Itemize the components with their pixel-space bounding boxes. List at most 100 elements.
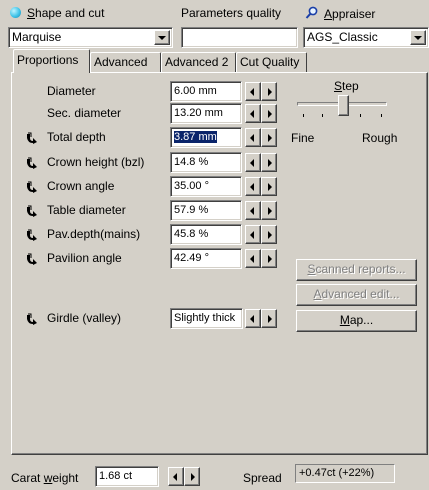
param-label: Girdle (valley)	[47, 311, 122, 325]
fine-label: Fine	[291, 131, 315, 145]
lock-toggle-icon[interactable]	[26, 205, 38, 217]
arrow-right-icon	[268, 159, 272, 167]
param-label: Crown angle	[47, 179, 115, 193]
param-value-field[interactable]: 3.87 mm	[170, 127, 242, 148]
arrow-right-icon	[268, 207, 272, 215]
arrow-left-icon	[250, 183, 254, 191]
carat-weight-stepper[interactable]	[168, 467, 200, 486]
param-value: 42.49 °	[174, 252, 209, 264]
arrow-right-icon	[268, 110, 272, 118]
lock-toggle-icon[interactable]	[26, 229, 38, 241]
scanned-reports-button[interactable]: Scanned reports...	[296, 259, 417, 281]
decrement-button[interactable]	[245, 225, 261, 244]
arrow-left-icon	[250, 207, 254, 215]
increment-button[interactable]	[261, 104, 277, 123]
decrement-button[interactable]	[245, 201, 261, 220]
param-label: Crown height (bzl)	[47, 155, 145, 169]
step-slider-thumb[interactable]	[338, 95, 349, 116]
increment-button[interactable]	[261, 177, 277, 196]
appraiser-dropdown-button[interactable]	[410, 30, 426, 45]
step-tick	[360, 114, 361, 117]
param-stepper[interactable]	[245, 225, 277, 244]
map-button[interactable]: Map...	[296, 310, 417, 332]
chevron-down-icon	[414, 36, 422, 40]
step-label: Step	[334, 79, 359, 93]
param-value-field[interactable]: 13.20 mm	[170, 103, 242, 124]
param-label: Sec. diameter	[47, 106, 122, 120]
tab-advanced[interactable]: Advanced	[90, 52, 161, 72]
lock-toggle-icon[interactable]	[26, 132, 38, 144]
arrow-left-icon	[250, 134, 254, 142]
param-value-field[interactable]: 6.00 mm	[170, 81, 242, 102]
increment-button[interactable]	[261, 153, 277, 172]
arrow-left-icon	[250, 110, 254, 118]
decrement-button[interactable]	[168, 467, 184, 486]
param-value: Slightly thick	[174, 312, 236, 324]
param-value-field[interactable]: 45.8 %	[170, 224, 242, 245]
param-value: 6.00 mm	[174, 85, 217, 97]
shape-select-value: Marquise	[12, 30, 62, 44]
decrement-button[interactable]	[245, 82, 261, 101]
param-stepper[interactable]	[245, 177, 277, 196]
increment-button[interactable]	[184, 467, 200, 486]
lock-toggle-icon[interactable]	[26, 181, 38, 193]
appraiser-select[interactable]: AGS_Classic	[303, 27, 429, 48]
carat-weight-label: Carat weight	[11, 471, 79, 485]
increment-button[interactable]	[261, 309, 277, 328]
param-value-field[interactable]: Slightly thick	[170, 308, 243, 329]
carat-weight-value: 1.68 ct	[99, 470, 133, 482]
decrement-button[interactable]	[245, 153, 261, 172]
param-label: Pav.depth(mains)	[47, 227, 141, 241]
step-tick	[381, 114, 382, 117]
decrement-button[interactable]	[245, 309, 261, 328]
arrow-right-icon	[268, 134, 272, 142]
arrow-left-icon	[250, 231, 254, 239]
arrow-right-icon	[268, 231, 272, 239]
advanced-edit-button[interactable]: Advanced edit...	[296, 284, 417, 306]
lock-toggle-icon[interactable]	[26, 157, 38, 169]
parameters-quality-label: Parameters quality	[181, 6, 282, 20]
arrow-left-icon	[250, 255, 254, 263]
param-stepper[interactable]	[245, 82, 277, 101]
decrement-button[interactable]	[245, 128, 261, 147]
param-stepper[interactable]	[245, 104, 277, 123]
increment-button[interactable]	[261, 225, 277, 244]
tab-advanced-2[interactable]: Advanced 2	[161, 52, 236, 72]
param-stepper[interactable]	[245, 201, 277, 220]
param-label: Table diameter	[47, 203, 126, 217]
param-value-field[interactable]: 42.49 °	[170, 248, 242, 269]
param-stepper[interactable]	[245, 153, 277, 172]
shape-dropdown-button[interactable]	[154, 30, 170, 45]
carat-weight-field[interactable]: 1.68 ct	[95, 466, 159, 487]
param-value: 45.8 %	[174, 228, 209, 240]
param-value-field[interactable]: 35.00 °	[170, 176, 242, 197]
decrement-button[interactable]	[245, 104, 261, 123]
arrow-left-icon	[173, 473, 177, 481]
param-value-field[interactable]: 57.9 %	[170, 200, 242, 221]
parameters-quality-field[interactable]	[181, 27, 298, 48]
param-stepper[interactable]	[245, 249, 277, 268]
param-stepper[interactable]	[245, 309, 277, 328]
gem-drop-icon	[10, 7, 21, 18]
increment-button[interactable]	[261, 128, 277, 147]
increment-button[interactable]	[261, 82, 277, 101]
tab-proportions[interactable]: Proportions	[13, 49, 90, 73]
param-value-field[interactable]: 14.8 %	[170, 152, 242, 173]
arrow-left-icon	[250, 315, 254, 323]
spread-value: +0.47ct (+22%)	[299, 467, 375, 479]
param-stepper[interactable]	[245, 128, 277, 147]
decrement-button[interactable]	[245, 177, 261, 196]
arrow-left-icon	[250, 159, 254, 167]
tab-cut-quality[interactable]: Cut Quality	[236, 52, 307, 72]
shape-select[interactable]: Marquise	[8, 27, 173, 48]
rough-label: Rough	[362, 131, 398, 145]
param-value: 14.8 %	[174, 156, 209, 168]
shape-and-cut-label: Shape and cut	[10, 6, 104, 20]
arrow-left-icon	[250, 88, 254, 96]
increment-button[interactable]	[261, 201, 277, 220]
increment-button[interactable]	[261, 249, 277, 268]
decrement-button[interactable]	[245, 249, 261, 268]
arrow-right-icon	[268, 183, 272, 191]
lock-toggle-icon[interactable]	[26, 253, 38, 265]
lock-toggle-icon[interactable]	[26, 313, 38, 325]
